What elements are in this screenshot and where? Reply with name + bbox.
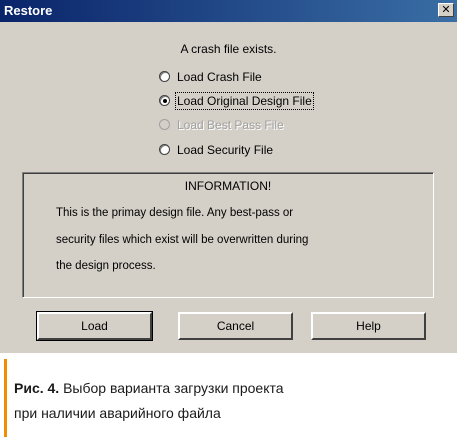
radio-selected-icon[interactable] <box>159 95 170 106</box>
radio-icon <box>159 119 170 130</box>
information-panel: INFORMATION! This is the primay design f… <box>22 172 434 298</box>
close-button[interactable]: ✕ <box>438 3 454 17</box>
option-label: Load Security File <box>177 143 274 157</box>
option-label: Load Crash File <box>177 70 262 84</box>
option-label: Load Original Design File <box>175 92 314 110</box>
option-label: Load Best Pass File <box>177 118 284 132</box>
radio-icon[interactable] <box>159 144 170 155</box>
title-bar: Restore ✕ <box>0 0 457 22</box>
info-title: INFORMATION! <box>184 179 272 193</box>
figure-caption-text: Выбор варианта загрузки проекта <box>63 380 284 396</box>
figure-caption-line2: при наличии аварийного файла <box>14 405 221 421</box>
load-button[interactable]: Load <box>36 311 153 341</box>
help-button[interactable]: Help <box>311 312 426 340</box>
close-icon: ✕ <box>441 4 451 16</box>
info-line: the design process. <box>56 260 156 272</box>
figure-caption-line1: Рис. 4. Выбор варианта загрузки проекта <box>14 380 284 396</box>
figure-label: Рис. 4. <box>14 380 60 396</box>
caption-accent-rule <box>4 359 7 437</box>
info-line: This is the primay design file. Any best… <box>56 207 294 219</box>
info-line: security files which exist will be overw… <box>56 234 309 246</box>
window-title: Restore <box>4 3 53 18</box>
crash-message: A crash file exists. <box>180 42 277 56</box>
radio-icon[interactable] <box>159 71 170 82</box>
cancel-button[interactable]: Cancel <box>178 312 293 340</box>
restore-dialog: Restore ✕ A crash file exists. Load Cras… <box>0 0 457 353</box>
